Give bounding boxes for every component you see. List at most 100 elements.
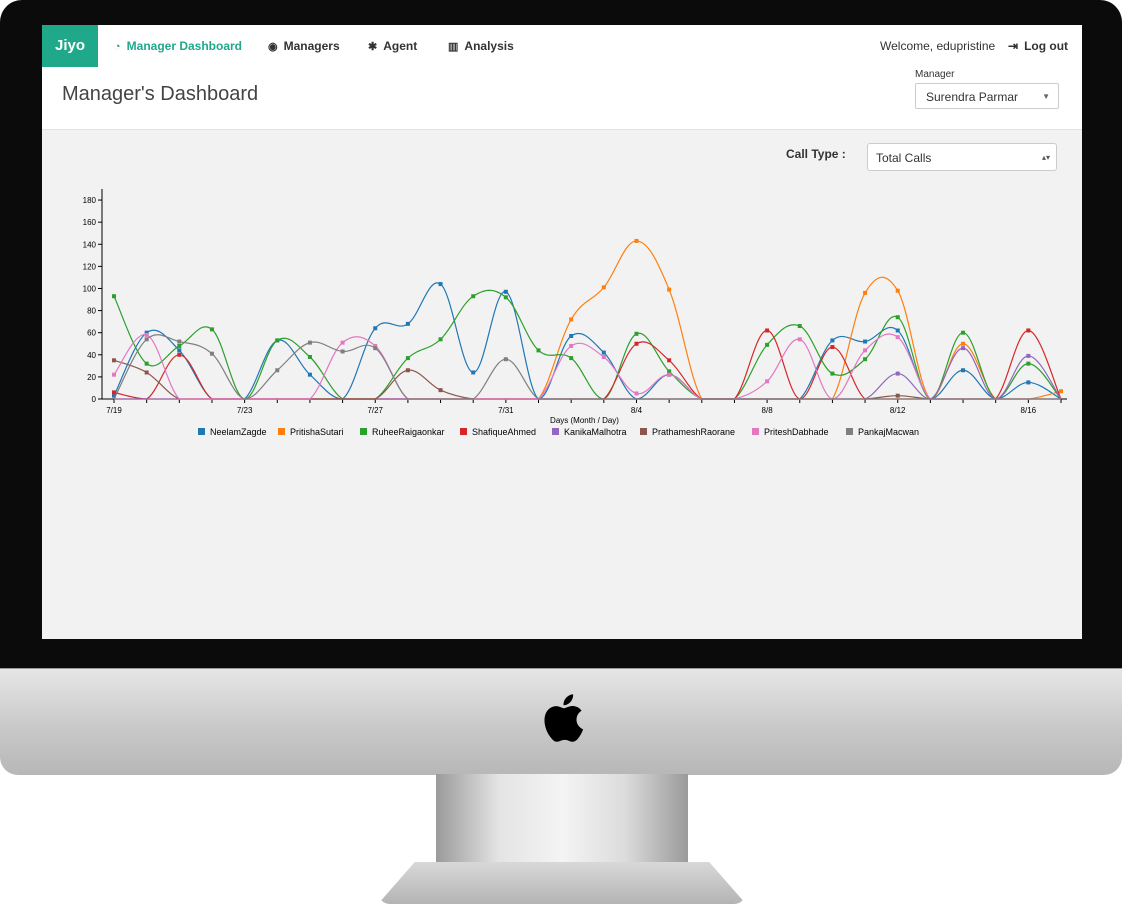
data-point-NeelamZagde: [307, 372, 312, 377]
x-tick-label: 7/19: [106, 406, 122, 415]
y-tick-label: 60: [87, 329, 96, 338]
data-point-RuheeRaigaonkar: [209, 327, 214, 332]
data-point-NeelamZagde: [471, 370, 476, 375]
data-point-NeelamZagde: [177, 348, 182, 353]
welcome-text: Welcome, edupristine: [880, 39, 996, 53]
series-line-KanikaMalhotra: [114, 347, 1062, 400]
legend-swatch-RuheeRaigaonkar: [360, 428, 367, 435]
data-point-RuheeRaigaonkar: [961, 330, 966, 335]
legend-swatch-PriteshDabhade: [752, 428, 759, 435]
data-point-RuheeRaigaonkar: [863, 357, 868, 362]
data-point-RuheeRaigaonkar: [569, 356, 574, 361]
legend-swatch-KanikaMalhotra: [552, 428, 559, 435]
data-point-PankajMacwan: [209, 351, 214, 356]
data-point-PritishaSutari: [895, 288, 900, 293]
legend-label-ShafiqueAhmed: ShafiqueAhmed: [472, 427, 536, 437]
data-point-PritishaSutari: [863, 290, 868, 295]
data-point-RuheeRaigaonkar: [895, 315, 900, 320]
data-point-NeelamZagde: [863, 339, 868, 344]
data-point-PrathameshRaorane: [438, 388, 443, 393]
x-tick-label: 8/12: [890, 406, 906, 415]
data-point-PriteshDabhade: [863, 348, 868, 353]
data-point-KanikaMalhotra: [895, 371, 900, 376]
data-point-ShafiqueAhmed: [830, 345, 835, 350]
data-point-PankajMacwan: [373, 346, 378, 351]
user-circle-icon: ◉: [268, 41, 278, 53]
data-point-PriteshDabhade: [601, 355, 606, 359]
data-point-NeelamZagde: [830, 338, 835, 343]
brand-logo[interactable]: Jiyo: [42, 25, 98, 67]
legend-swatch-PrathameshRaorane: [640, 428, 647, 435]
data-point-PriteshDabhade: [112, 372, 116, 377]
manager-select[interactable]: Surendra Parmar ▼: [915, 83, 1059, 109]
data-point-PriteshDabhade: [569, 343, 574, 348]
data-point-PritishaSutari: [634, 238, 639, 243]
x-axis-label: Days (Month / Day): [550, 416, 619, 425]
legend-label-NeelamZagde: NeelamZagde: [210, 427, 267, 437]
data-point-KanikaMalhotra: [1026, 353, 1031, 358]
data-point-RuheeRaigaonkar: [471, 294, 476, 299]
call-type-label: Call Type :: [786, 147, 846, 161]
legend-swatch-PankajMacwan: [846, 428, 853, 435]
legend-label-PriteshDabhade: PriteshDabhade: [764, 427, 829, 437]
data-point-ShafiqueAhmed: [634, 341, 639, 346]
nav-analysis[interactable]: ▥ Analysis: [448, 25, 514, 67]
y-tick-label: 0: [92, 395, 97, 404]
data-point-NeelamZagde: [438, 282, 443, 287]
data-point-PriteshDabhade: [797, 337, 802, 342]
data-point-RuheeRaigaonkar: [830, 371, 835, 376]
data-point-RuheeRaigaonkar: [112, 294, 116, 299]
data-point-PriteshDabhade: [895, 335, 900, 340]
y-tick-label: 180: [83, 196, 97, 205]
legend-label-RuheeRaigaonkar: RuheeRaigaonkar: [372, 427, 445, 437]
nav-manager-dashboard[interactable]: ◔ Manager Dashboard: [114, 25, 242, 67]
x-tick-label: 8/4: [631, 406, 643, 415]
logout-link[interactable]: ⇥ Log out: [1008, 25, 1068, 67]
data-point-PankajMacwan: [503, 357, 508, 362]
x-tick-label: 7/23: [237, 406, 253, 415]
data-point-PritishaSutari: [569, 317, 574, 322]
series-line-PriteshDabhade: [113, 333, 1061, 400]
legend-label-KanikaMalhotra: KanikaMalhotra: [564, 427, 627, 437]
legend-swatch-PritishaSutari: [278, 428, 285, 435]
data-point-NeelamZagde: [961, 368, 966, 373]
logout-icon: ⇥: [1008, 39, 1019, 53]
monitor-stand: [436, 774, 688, 866]
apple-logo-icon: [544, 694, 584, 742]
data-point-PritishaSutari: [961, 341, 966, 346]
data-point-PankajMacwan: [177, 339, 182, 344]
dashboard-icon: ◔: [114, 41, 121, 53]
series-line-RuheeRaigaonkar: [113, 289, 1062, 400]
nav-managers[interactable]: ◉ Managers: [268, 25, 340, 67]
data-point-ShafiqueAhmed: [177, 352, 182, 357]
data-point-PankajMacwan: [144, 337, 149, 342]
legend-label-PritishaSutari: PritishaSutari: [290, 427, 344, 437]
data-point-RuheeRaigaonkar: [405, 356, 410, 361]
updown-chevron-icon: ▴▾: [1041, 153, 1050, 162]
chevron-down-icon: ▼: [1042, 92, 1050, 101]
top-navbar: Jiyo ◔ Manager Dashboard ◉ Managers ✱ Agent…: [42, 25, 1082, 68]
data-point-PrathameshRaorane: [895, 393, 900, 398]
data-point-RuheeRaigaonkar: [177, 343, 182, 348]
x-tick-label: 8/16: [1021, 406, 1037, 415]
data-point-RuheeRaigaonkar: [503, 295, 508, 300]
data-point-RuheeRaigaonkar: [307, 355, 312, 359]
data-point-NeelamZagde: [569, 334, 574, 338]
data-point-RuheeRaigaonkar: [765, 342, 770, 347]
screen: Jiyo ◔ Manager Dashboard ◉ Managers ✱ Agent…: [42, 25, 1082, 639]
data-point-PankajMacwan: [307, 340, 312, 345]
call-type-select[interactable]: Total Calls ▴▾: [867, 143, 1057, 171]
manager-label: Manager: [915, 69, 955, 80]
data-point-NeelamZagde: [1026, 380, 1031, 385]
series-line-PankajMacwan: [113, 334, 1061, 400]
data-point-ShafiqueAhmed: [112, 390, 116, 395]
legend-swatch-NeelamZagde: [198, 428, 205, 435]
data-point-RuheeRaigaonkar: [634, 331, 639, 336]
bar-chart-icon: ▥: [448, 41, 459, 53]
y-tick-label: 140: [83, 240, 97, 249]
data-point-PritishaSutari: [1059, 389, 1063, 394]
x-tick-label: 7/27: [367, 406, 383, 415]
data-point-RuheeRaigaonkar: [275, 338, 280, 343]
nav-agent[interactable]: ✱ Agent: [368, 25, 417, 67]
y-tick-label: 160: [83, 218, 97, 227]
